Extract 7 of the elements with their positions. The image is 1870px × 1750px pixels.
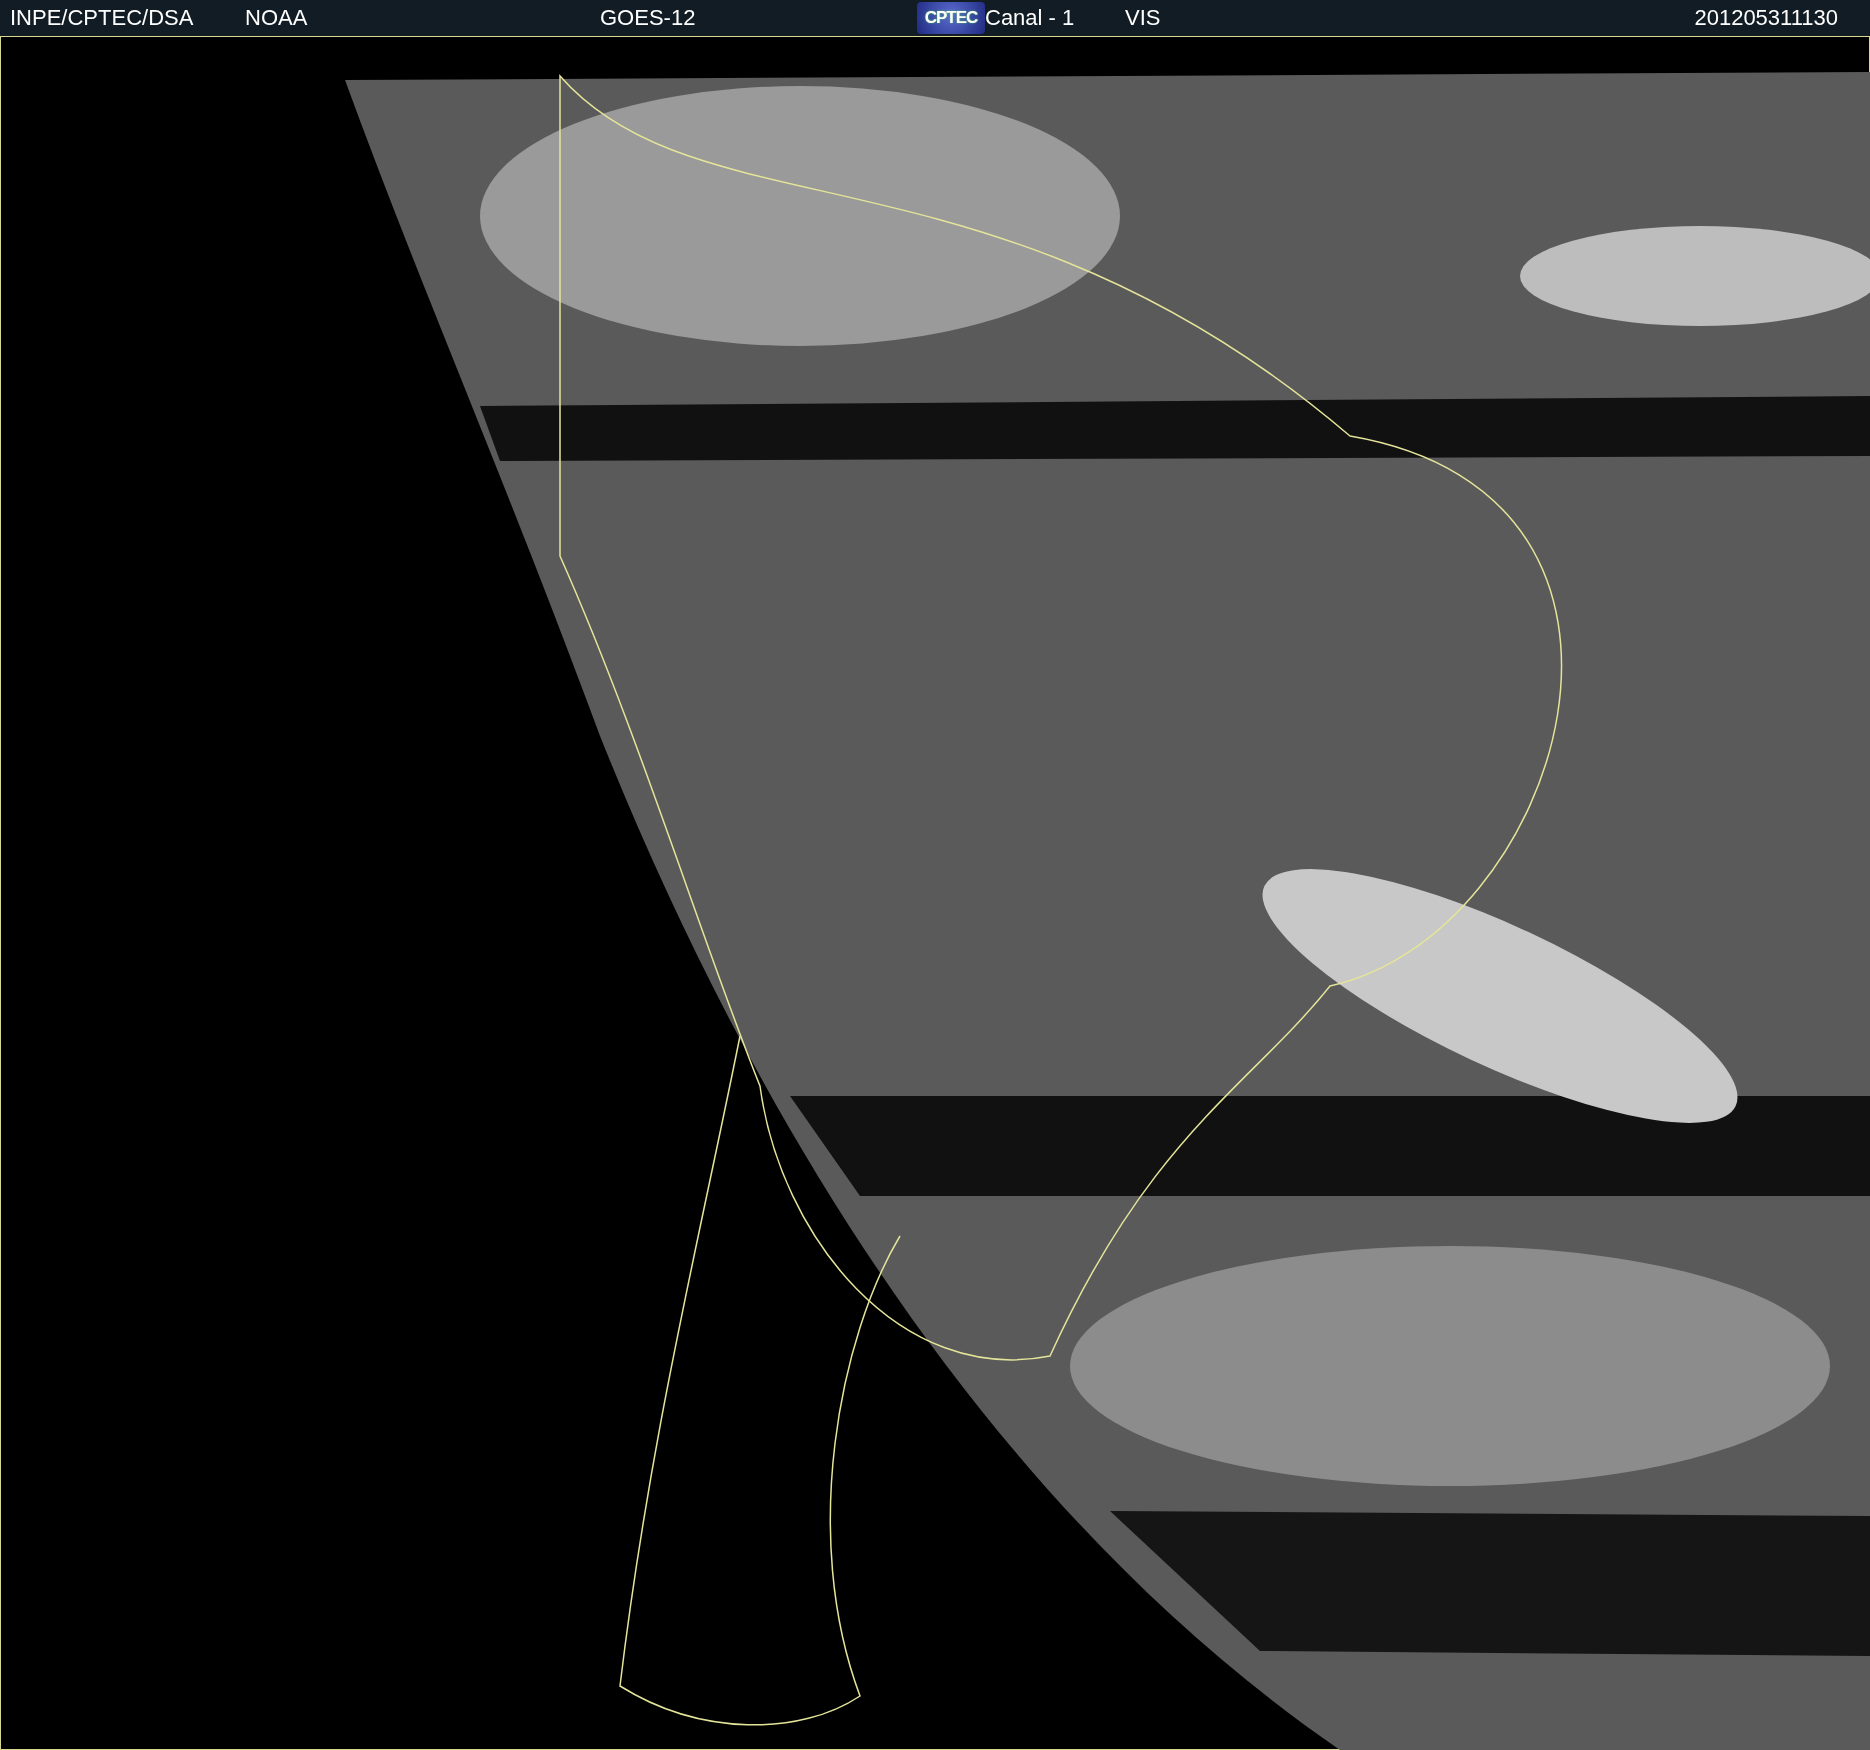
header-label: Canal - 1 [985,5,1075,31]
header-label: 201205311130 [1694,5,1838,31]
logo: CPTEC [917,2,985,34]
header-label: GOES-12 [600,5,696,31]
header-label: INPE/CPTEC/DSA [10,5,194,31]
header-label: NOAA [245,5,308,31]
header-label: VIS [1125,5,1161,31]
